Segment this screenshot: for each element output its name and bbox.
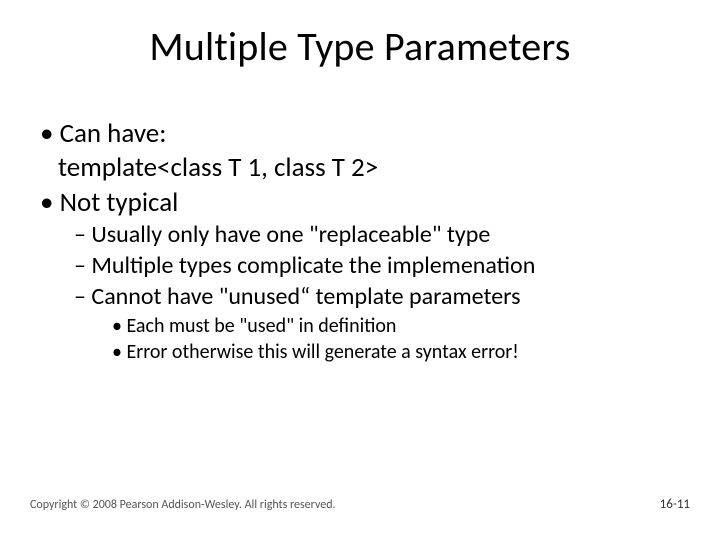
subbullet-unused: Cannot have "unused“ template parameters <box>30 283 690 312</box>
subbullet-one-type: Usually only have one "replaceable" type <box>30 221 690 250</box>
bullet-can-have: Can have: <box>30 118 690 150</box>
slide-body: Can have: template<class T 1, class T 2>… <box>30 118 690 366</box>
slide: Multiple Type Parameters Can have: templ… <box>0 0 720 540</box>
subbullet-complicate: Multiple types complicate the implemenat… <box>30 252 690 281</box>
footer-page: 16-11 <box>660 497 690 512</box>
bullet-template-line: template<class T 1, class T 2> <box>30 152 690 184</box>
subsub-error: Error otherwise this will generate a syn… <box>30 340 690 364</box>
slide-title: Multiple Type Parameters <box>0 22 720 71</box>
subsub-must-be-used: Each must be "used" in definition <box>30 314 690 338</box>
footer-copyright: Copyright © 2008 Pearson Addison-Wesley.… <box>30 498 336 512</box>
bullet-not-typical: Not typical <box>30 187 690 219</box>
